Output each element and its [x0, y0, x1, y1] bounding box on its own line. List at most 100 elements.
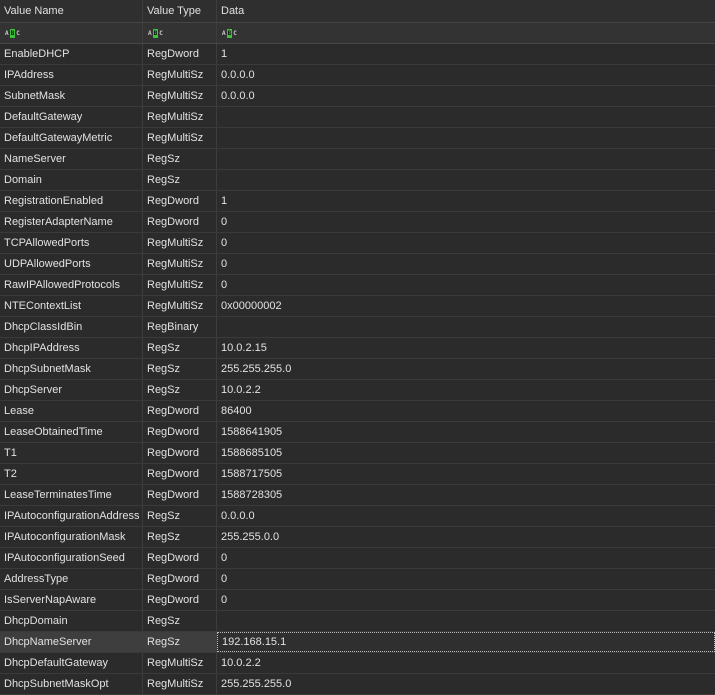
value-type-filter-cell[interactable]: ABC	[143, 23, 217, 43]
data-cell[interactable]	[217, 149, 715, 169]
data-cell[interactable]: 0	[217, 590, 715, 610]
table-row[interactable]: DhcpDomain RegSz	[0, 611, 715, 632]
value-type-cell[interactable]: RegDword	[143, 485, 217, 505]
value-name-cell[interactable]: RegistrationEnabled	[0, 191, 143, 211]
table-row[interactable]: T2 RegDword 1588717505	[0, 464, 715, 485]
value-type-cell[interactable]: RegSz	[143, 149, 217, 169]
data-cell[interactable]: 10.0.2.15	[217, 338, 715, 358]
table-row[interactable]: DhcpIPAddress RegSz 10.0.2.15	[0, 338, 715, 359]
data-cell[interactable]: 255.255.0.0	[217, 527, 715, 547]
text-filter-icon[interactable]: ABC	[4, 28, 21, 38]
value-type-cell[interactable]: RegDword	[143, 422, 217, 442]
data-cell[interactable]: 255.255.255.0	[217, 674, 715, 694]
value-name-cell[interactable]: IPAutoconfigurationAddress	[0, 506, 143, 526]
data-cell[interactable]	[217, 107, 715, 127]
value-type-cell[interactable]: RegMultiSz	[143, 653, 217, 673]
table-row[interactable]: RegistrationEnabled RegDword 1	[0, 191, 715, 212]
table-row[interactable]: DhcpNameServer RegSz 192.168.15.1	[0, 632, 715, 653]
value-name-cell[interactable]: DhcpServer	[0, 380, 143, 400]
value-type-cell[interactable]: RegDword	[143, 212, 217, 232]
table-row[interactable]: IsServerNapAware RegDword 0	[0, 590, 715, 611]
table-row[interactable]: DhcpClassIdBin RegBinary	[0, 317, 715, 338]
data-cell[interactable]: 0	[217, 569, 715, 589]
table-row[interactable]: IPAddress RegMultiSz 0.0.0.0	[0, 65, 715, 86]
value-name-cell[interactable]: AddressType	[0, 569, 143, 589]
table-row[interactable]: DhcpSubnetMask RegSz 255.255.255.0	[0, 359, 715, 380]
value-type-cell[interactable]: RegMultiSz	[143, 128, 217, 148]
value-name-cell[interactable]: NTEContextList	[0, 296, 143, 316]
value-type-column-header[interactable]: Value Type	[143, 0, 217, 22]
value-name-cell[interactable]: DhcpSubnetMaskOpt	[0, 674, 143, 694]
table-row[interactable]: DefaultGatewayMetric RegMultiSz	[0, 128, 715, 149]
data-cell[interactable]	[217, 611, 715, 631]
table-row[interactable]: IPAutoconfigurationSeed RegDword 0	[0, 548, 715, 569]
value-name-cell[interactable]: Lease	[0, 401, 143, 421]
value-name-column-header[interactable]: Value Name	[0, 0, 143, 22]
value-name-cell[interactable]: DhcpClassIdBin	[0, 317, 143, 337]
value-name-cell[interactable]: IPAddress	[0, 65, 143, 85]
value-type-cell[interactable]: RegMultiSz	[143, 275, 217, 295]
table-row[interactable]: DhcpServer RegSz 10.0.2.2	[0, 380, 715, 401]
data-cell[interactable]	[217, 317, 715, 337]
value-name-cell[interactable]: DhcpDefaultGateway	[0, 653, 143, 673]
value-name-cell[interactable]: RegisterAdapterName	[0, 212, 143, 232]
data-cell[interactable]: 1	[217, 191, 715, 211]
value-name-cell[interactable]: TCPAllowedPorts	[0, 233, 143, 253]
data-cell[interactable]: 10.0.2.2	[217, 380, 715, 400]
table-row[interactable]: TCPAllowedPorts RegMultiSz 0	[0, 233, 715, 254]
data-cell[interactable]: 192.168.15.1	[217, 632, 715, 652]
value-type-cell[interactable]: RegMultiSz	[143, 107, 217, 127]
data-cell[interactable]: 0x00000002	[217, 296, 715, 316]
table-row[interactable]: NameServer RegSz	[0, 149, 715, 170]
value-type-cell[interactable]: RegSz	[143, 359, 217, 379]
value-name-cell[interactable]: DhcpNameServer	[0, 632, 143, 652]
text-filter-icon[interactable]: ABC	[221, 28, 238, 38]
value-type-cell[interactable]: RegDword	[143, 548, 217, 568]
value-type-cell[interactable]: RegMultiSz	[143, 296, 217, 316]
value-type-cell[interactable]: RegDword	[143, 191, 217, 211]
value-type-cell[interactable]: RegDword	[143, 464, 217, 484]
value-name-cell[interactable]: DefaultGateway	[0, 107, 143, 127]
table-row[interactable]: NTEContextList RegMultiSz 0x00000002	[0, 296, 715, 317]
value-type-cell[interactable]: RegDword	[143, 44, 217, 64]
data-cell[interactable]: 1588728305	[217, 485, 715, 505]
data-cell[interactable]: 255.255.255.0	[217, 359, 715, 379]
data-cell[interactable]: 0	[217, 548, 715, 568]
value-name-cell[interactable]: NameServer	[0, 149, 143, 169]
value-type-cell[interactable]: RegBinary	[143, 317, 217, 337]
data-column-header[interactable]: Data	[217, 0, 715, 22]
data-cell[interactable]: 0.0.0.0	[217, 65, 715, 85]
value-type-cell[interactable]: RegSz	[143, 527, 217, 547]
value-type-cell[interactable]: RegMultiSz	[143, 65, 217, 85]
data-cell[interactable]: 10.0.2.2	[217, 653, 715, 673]
data-cell[interactable]: 0.0.0.0	[217, 86, 715, 106]
data-cell[interactable]: 0	[217, 233, 715, 253]
value-type-cell[interactable]: RegSz	[143, 611, 217, 631]
value-type-cell[interactable]: RegMultiSz	[143, 254, 217, 274]
value-name-cell[interactable]: RawIPAllowedProtocols	[0, 275, 143, 295]
table-row[interactable]: LeaseObtainedTime RegDword 1588641905	[0, 422, 715, 443]
value-name-cell[interactable]: DefaultGatewayMetric	[0, 128, 143, 148]
data-cell[interactable]: 0	[217, 275, 715, 295]
value-name-cell[interactable]: LeaseTerminatesTime	[0, 485, 143, 505]
value-type-cell[interactable]: RegSz	[143, 380, 217, 400]
table-row[interactable]: DefaultGateway RegMultiSz	[0, 107, 715, 128]
data-cell[interactable]: 1588685105	[217, 443, 715, 463]
data-cell[interactable]: 1	[217, 44, 715, 64]
data-cell[interactable]: 1588717505	[217, 464, 715, 484]
value-name-cell[interactable]: SubnetMask	[0, 86, 143, 106]
data-cell[interactable]	[217, 128, 715, 148]
data-cell[interactable]: 0	[217, 212, 715, 232]
table-row[interactable]: AddressType RegDword 0	[0, 569, 715, 590]
text-filter-icon[interactable]: ABC	[147, 28, 164, 38]
table-row[interactable]: IPAutoconfigurationMask RegSz 255.255.0.0	[0, 527, 715, 548]
value-type-cell[interactable]: RegDword	[143, 590, 217, 610]
value-name-cell[interactable]: IsServerNapAware	[0, 590, 143, 610]
value-name-cell[interactable]: UDPAllowedPorts	[0, 254, 143, 274]
table-row[interactable]: SubnetMask RegMultiSz 0.0.0.0	[0, 86, 715, 107]
value-name-filter-cell[interactable]: ABC	[0, 23, 143, 43]
value-name-cell[interactable]: LeaseObtainedTime	[0, 422, 143, 442]
value-type-cell[interactable]: RegDword	[143, 401, 217, 421]
data-cell[interactable]: 0.0.0.0	[217, 506, 715, 526]
value-type-cell[interactable]: RegDword	[143, 443, 217, 463]
